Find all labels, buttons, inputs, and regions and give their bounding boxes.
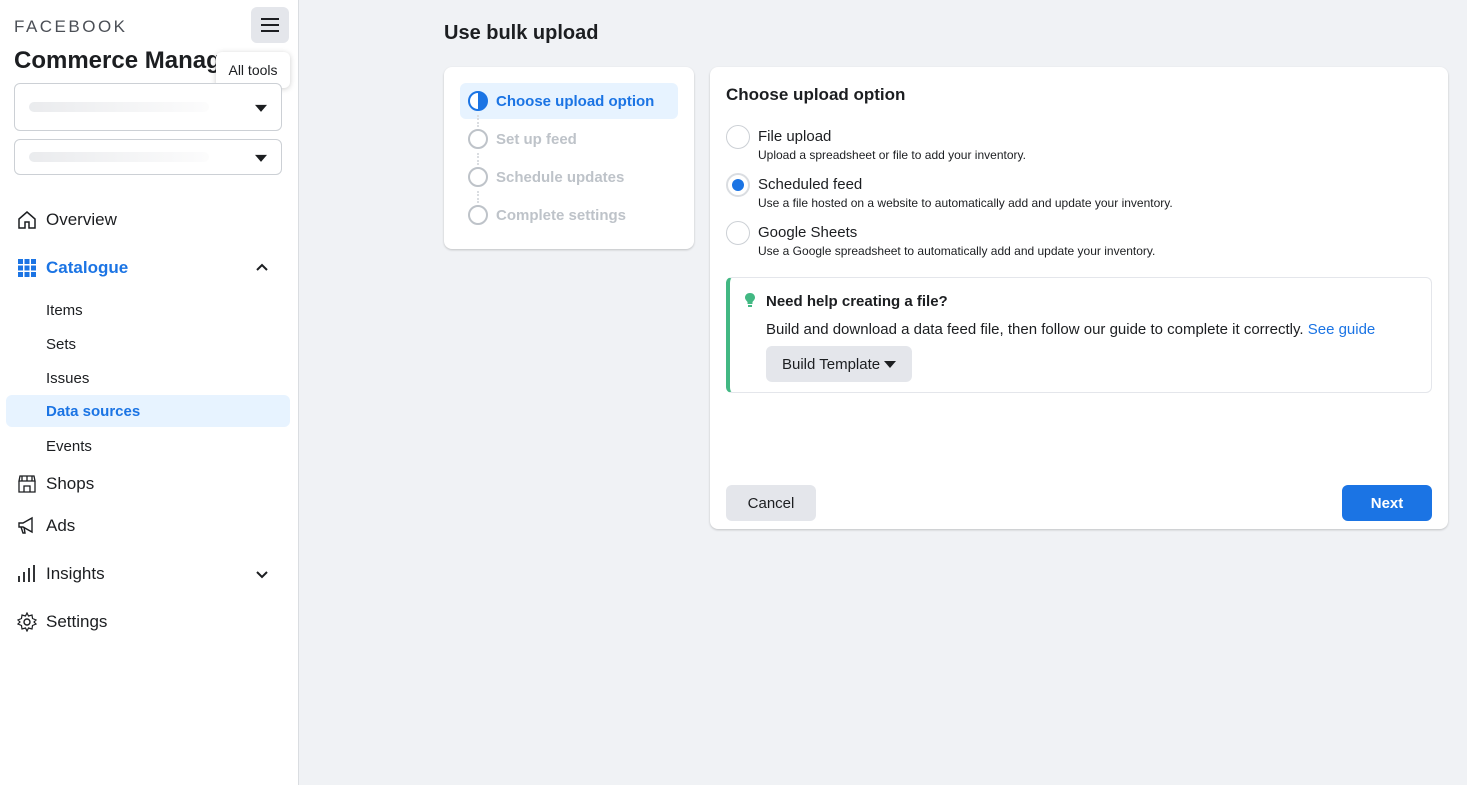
sidebar-item-data-sources[interactable]: Data sources <box>6 395 290 427</box>
upload-option-card: Choose upload option File upload Upload … <box>710 67 1448 529</box>
caret-down-icon <box>255 104 267 112</box>
brand-logo-text: FACEBOOK <box>14 17 128 36</box>
help-title: Need help creating a file? <box>766 293 948 310</box>
selector-value-redacted <box>29 152 209 162</box>
home-icon <box>16 209 38 231</box>
sidebar-item-issues[interactable]: Issues <box>6 362 290 394</box>
sidebar-item-items[interactable]: Items <box>6 294 290 326</box>
step-label: Schedule updates <box>496 168 625 186</box>
bar-chart-icon <box>16 563 38 585</box>
build-template-label: Build Template <box>782 355 881 373</box>
caret-down-icon <box>255 154 267 162</box>
build-template-button[interactable]: Build Template <box>766 346 912 382</box>
nav-catalogue[interactable]: Catalogue <box>6 252 290 284</box>
sidebar-item-events[interactable]: Events <box>6 430 290 462</box>
business-selector[interactable] <box>14 83 282 131</box>
app-title: Commerce Manager <box>14 47 244 74</box>
option-description: Use a file hosted on a website to automa… <box>758 196 1173 210</box>
sidebar: FACEBOOK Commerce Manager All tools Over… <box>0 0 299 785</box>
sub-item-label: Events <box>46 437 92 455</box>
nav-insights[interactable]: Insights <box>6 558 290 590</box>
next-button[interactable]: Next <box>1342 485 1432 521</box>
shop-icon <box>16 473 38 495</box>
radio-button[interactable] <box>726 221 750 245</box>
option-scheduled-feed[interactable]: Scheduled feed Use a file hosted on a we… <box>726 171 1426 215</box>
nav-overview[interactable]: Overview <box>6 204 290 236</box>
sub-item-label: Sets <box>46 335 77 353</box>
nav-label: Overview <box>46 210 117 229</box>
step-progress-icon <box>468 91 488 111</box>
nav-ads[interactable]: Ads <box>6 510 290 542</box>
selector-value-redacted <box>29 102 209 112</box>
step-pending-icon <box>468 167 488 187</box>
chevron-down-icon <box>256 567 268 585</box>
help-box: Need help creating a file? Build and dow… <box>726 277 1432 393</box>
option-description: Upload a spreadsheet or file to add your… <box>758 148 1026 162</box>
nav-label: Shops <box>46 474 95 493</box>
sub-item-label: Data sources <box>46 402 141 420</box>
nav-settings[interactable]: Settings <box>6 606 290 638</box>
sidebar-item-sets[interactable]: Sets <box>6 328 290 360</box>
all-tools-menu-button[interactable] <box>251 7 289 43</box>
page-title: Use bulk upload <box>444 22 599 44</box>
nav-label: Insights <box>46 564 105 583</box>
cancel-button[interactable]: Cancel <box>726 485 816 521</box>
step-label: Complete settings <box>496 206 627 224</box>
step-label: Set up feed <box>496 130 577 148</box>
hamburger-icon <box>261 18 279 32</box>
see-guide-link[interactable]: See guide <box>1308 321 1376 338</box>
chevron-up-icon <box>256 261 268 279</box>
nav-shops[interactable]: Shops <box>6 468 290 500</box>
step-pending-icon <box>468 129 488 149</box>
nav-label: Ads <box>46 516 76 535</box>
gear-icon <box>16 611 38 633</box>
nav-label: Catalogue <box>46 258 129 277</box>
option-google-sheets[interactable]: Google Sheets Use a Google spreadsheet t… <box>726 219 1426 263</box>
step-choose-upload-option[interactable]: Choose upload option <box>460 83 678 119</box>
help-body-text: Build and download a data feed file, the… <box>766 321 1304 338</box>
card-title: Choose upload option <box>726 85 906 104</box>
radio-button[interactable] <box>726 125 750 149</box>
sub-item-label: Issues <box>46 369 90 387</box>
megaphone-icon <box>16 515 38 537</box>
step-label: Choose upload option <box>496 92 655 110</box>
option-file-upload[interactable]: File upload Upload a spreadsheet or file… <box>726 123 1426 167</box>
step-complete-settings: Complete settings <box>460 197 678 233</box>
option-title: Scheduled feed <box>758 176 863 193</box>
grid-icon <box>16 257 38 279</box>
catalogue-selector[interactable] <box>14 139 282 175</box>
nav-label: Settings <box>46 612 108 631</box>
option-title: File upload <box>758 128 832 145</box>
lightbulb-icon <box>744 292 756 313</box>
sub-item-label: Items <box>46 301 83 319</box>
step-set-up-feed: Set up feed <box>460 121 678 157</box>
option-title: Google Sheets <box>758 224 858 241</box>
caret-down-icon <box>884 361 896 368</box>
step-pending-icon <box>468 205 488 225</box>
radio-button-selected[interactable] <box>726 173 750 197</box>
option-description: Use a Google spreadsheet to automaticall… <box>758 244 1156 258</box>
steps-card: Choose upload option Set up feed Schedul… <box>444 67 694 249</box>
help-body: Build and download a data feed file, the… <box>766 321 1375 338</box>
step-schedule-updates: Schedule updates <box>460 159 678 195</box>
